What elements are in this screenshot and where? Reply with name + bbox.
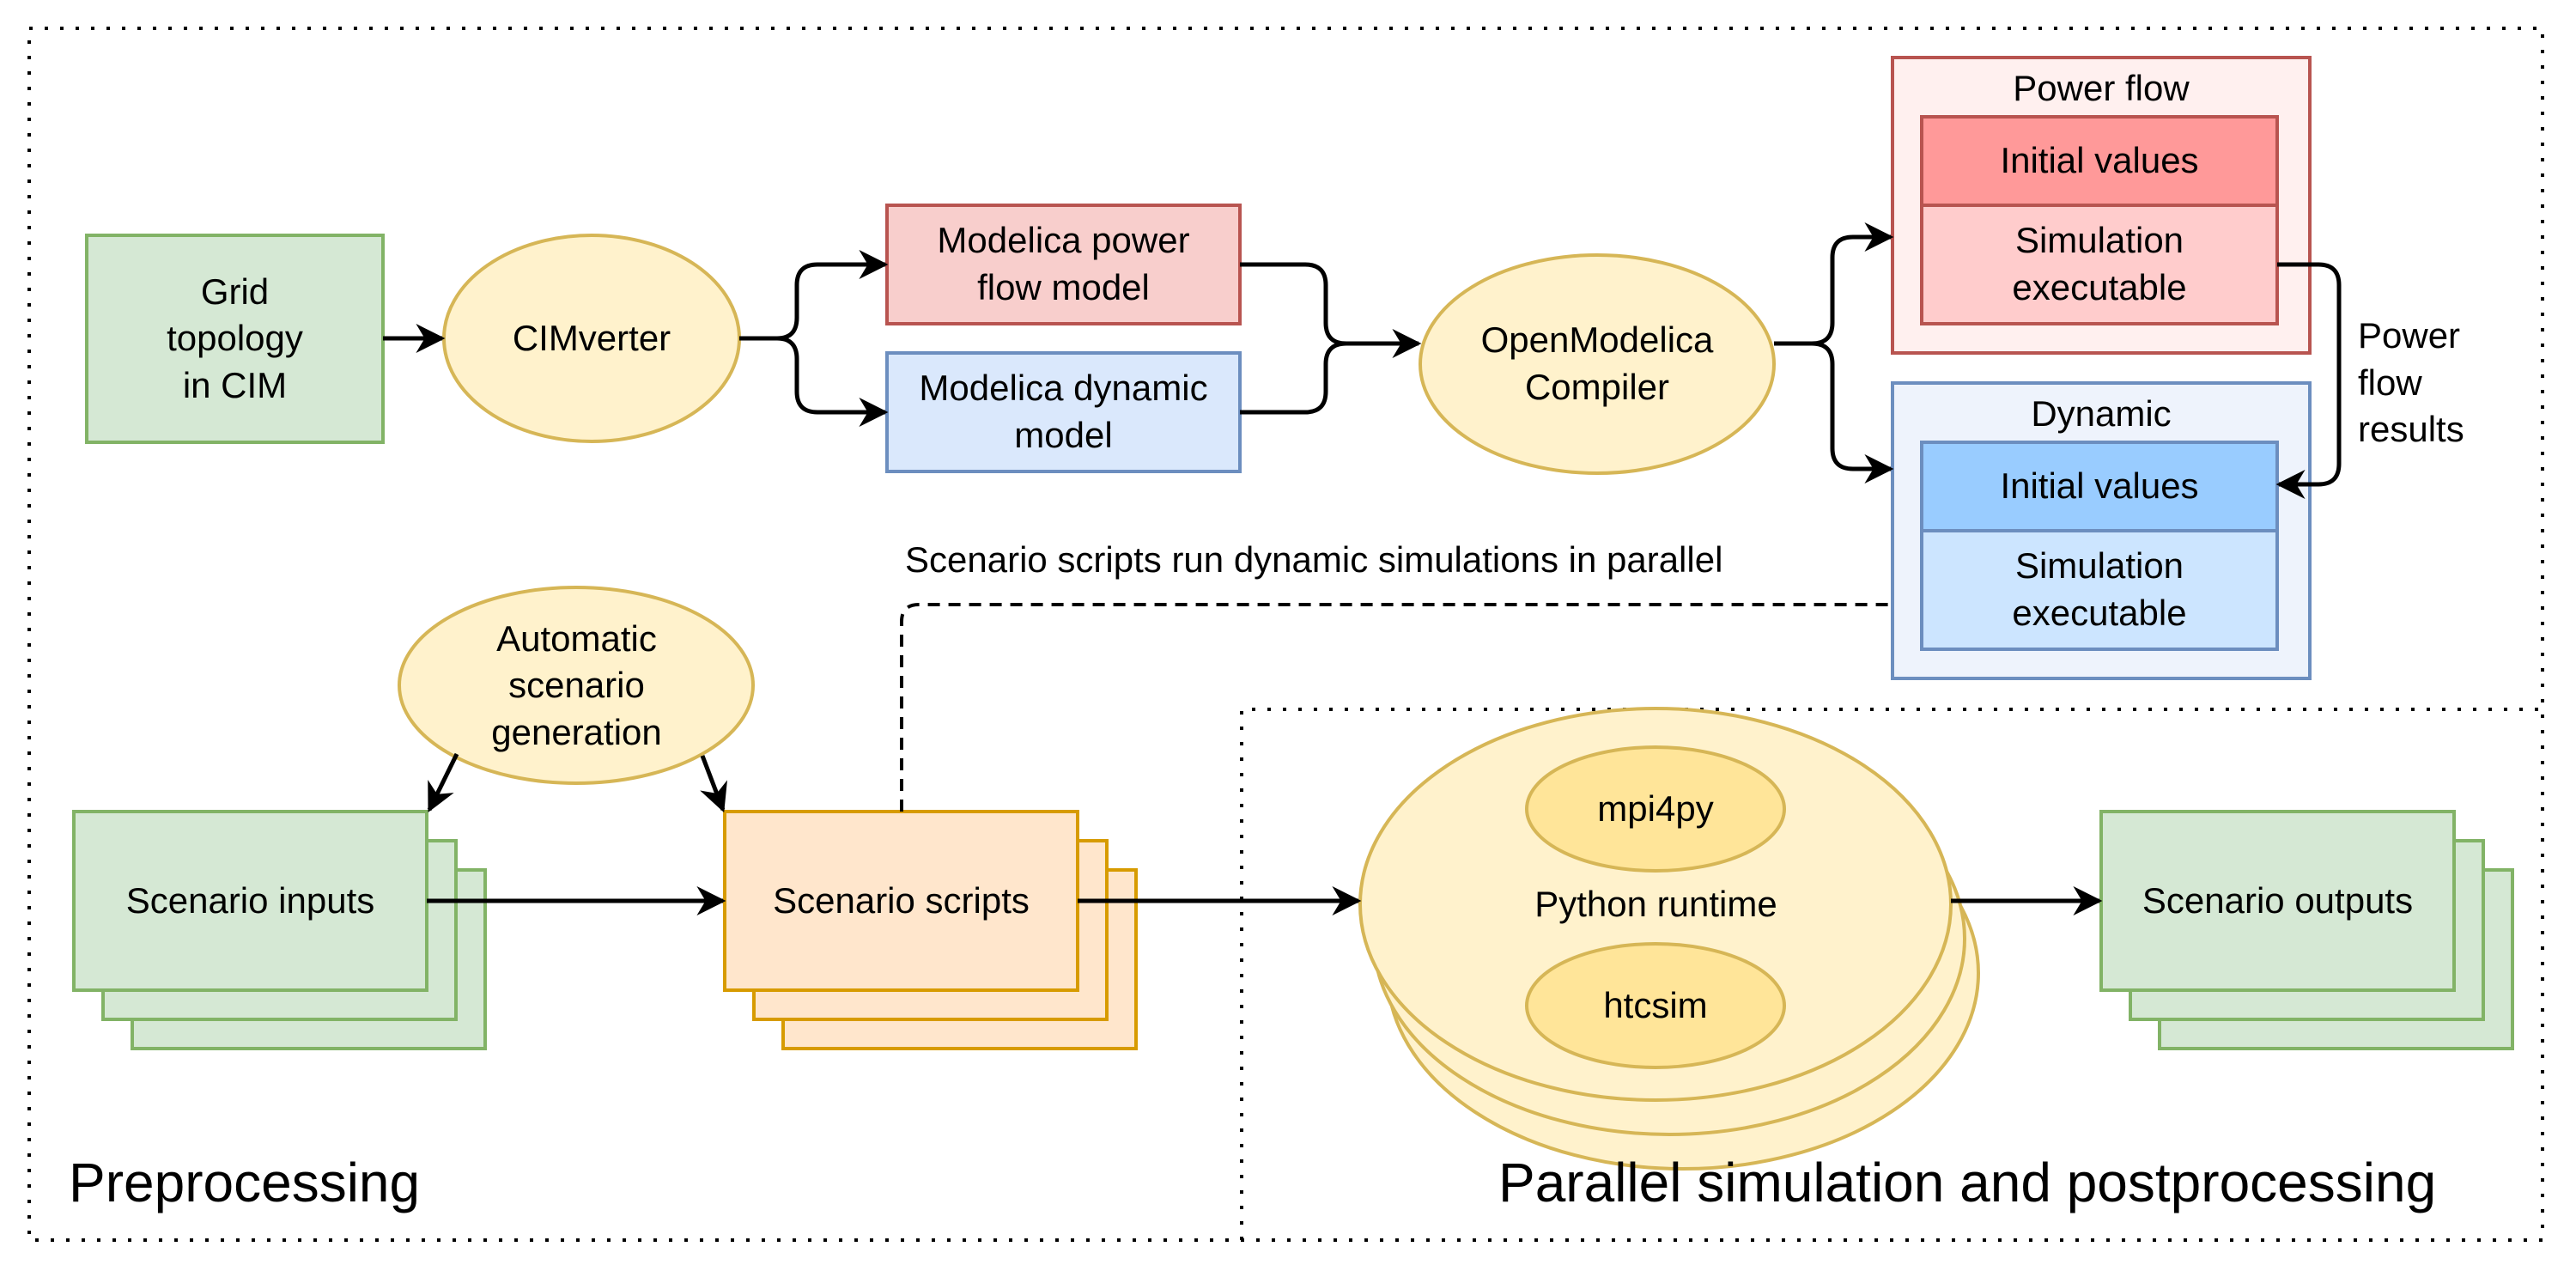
mpi4py-label: mpi4py <box>1597 788 1714 829</box>
edge-compiler-to-powerflow-group <box>1774 222 1894 346</box>
dyn-initial-values-label: Initial values <box>2000 465 2199 507</box>
modelica-dynamic-label: Modelica dynamic model <box>919 368 1208 455</box>
edge-dynamic-to-compiler <box>1240 341 1347 415</box>
openmodelica-label: OpenModelica Compiler <box>1480 319 1714 407</box>
python-runtime-label: Python runtime <box>1534 883 1777 924</box>
power-flow-results-label: Power flow results <box>2358 315 2464 450</box>
dynamic-group-title: Dynamic <box>2031 392 2172 434</box>
edge-cimverter-to-powerflow <box>739 250 889 341</box>
power-flow-group-title: Power flow <box>2013 67 2190 108</box>
pf-initial-values-label: Initial values <box>2000 140 2199 181</box>
scenario-outputs-label: Scenario outputs <box>2142 879 2414 921</box>
parallel-section-title: Parallel simulation and postprocessing <box>1498 1152 2437 1213</box>
dyn-simulation-executable-label: Simulation executable <box>2012 545 2187 633</box>
grid-topology-label: Grid topology in CIM <box>167 271 303 405</box>
htcsim-label: htcsim <box>1603 984 1708 1025</box>
edge-compiler-to-dynamic-group <box>1811 341 1894 483</box>
edge-cimverter-to-dynamic <box>776 336 889 427</box>
cimverter-label: CIMverter <box>512 318 671 359</box>
pf-simulation-executable-label: Simulation executable <box>2012 220 2187 307</box>
preprocessing-section-title: Preprocessing <box>69 1152 421 1213</box>
edge-powerflow-to-compiler <box>1240 262 1422 358</box>
automatic-scenario-label: Automatic scenario generation <box>491 617 662 752</box>
modelica-power-flow-label: Modelica power flow model <box>937 220 1190 307</box>
parallel-note-label: Scenario scripts run dynamic simulations… <box>905 539 1723 580</box>
scenario-inputs-label: Scenario inputs <box>125 879 375 921</box>
scenario-scripts-label: Scenario scripts <box>773 879 1030 921</box>
